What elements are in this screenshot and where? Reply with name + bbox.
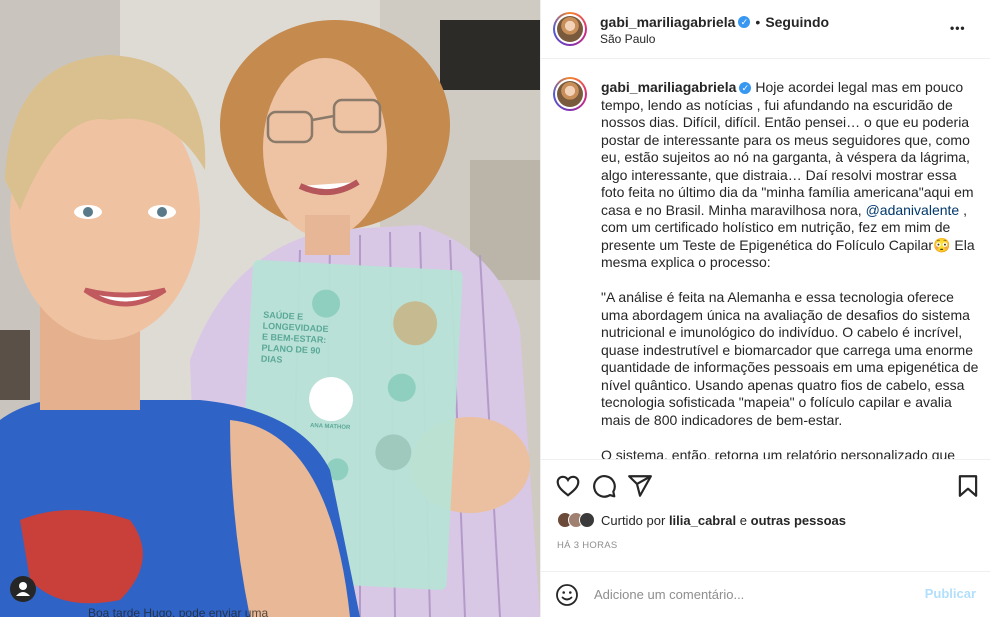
like-button[interactable] [555, 473, 581, 499]
more-options-button[interactable]: ••• [950, 16, 978, 40]
liked-by-prefix: Curtido por [601, 512, 666, 528]
verified-badge-icon: ✓ [739, 82, 752, 95]
comment-button[interactable] [591, 473, 617, 499]
booklet-title: SAÚDE E LONGEVIDADE E BEM-ESTAR: PLANO D… [261, 310, 354, 370]
liked-by-user-link[interactable]: lilia_cabral [669, 513, 736, 528]
separator-dot: • [755, 14, 761, 30]
heart-icon [556, 475, 580, 497]
author-username[interactable]: gabi_mariliagabriela [600, 14, 735, 30]
caption-paragraph: gabi_mariliagabriela ✓ Hoje acordei legal … [601, 79, 981, 272]
post-photo[interactable]: SAÚDE E LONGEVIDADE E BEM-ESTAR: PLANO D… [0, 0, 540, 617]
caption-paragraph: O sistema, então, retorna um relatório p… [601, 446, 956, 460]
comment-input[interactable] [592, 586, 916, 603]
mention-link[interactable]: @adanivalente [866, 202, 960, 218]
caption-area: gabi_mariliagabriela ✓ Hoje acordei legal … [541, 59, 990, 459]
save-button[interactable] [955, 473, 981, 499]
publish-button[interactable]: Publicar [925, 586, 976, 601]
user-icon [16, 582, 30, 596]
smiley-icon [556, 584, 578, 606]
following-button[interactable]: Seguindo [765, 14, 829, 30]
post-sidebar: gabi_mariliagabriela ✓ • Seguindo São Pa… [540, 0, 990, 617]
caption-text: gabi_mariliagabriela ✓ Hoje acordei legal … [601, 79, 981, 459]
photo-overlay-text: Boa tarde Hugo, pode enviar uma [88, 606, 269, 617]
post-image [0, 0, 540, 617]
tagged-user-button[interactable] [10, 576, 36, 602]
liked-by-others-link[interactable]: outras pessoas [751, 513, 846, 528]
likes-summary: Curtido por lilia_cabral e outras pessoa… [557, 512, 846, 528]
more-icon: ••• [950, 21, 966, 35]
caption-author-avatar[interactable] [553, 77, 587, 111]
comment-icon [593, 475, 616, 498]
caption-username[interactable]: gabi_mariliagabriela [601, 79, 736, 95]
liker-avatar[interactable] [579, 512, 595, 528]
verified-badge-icon: ✓ [738, 16, 751, 28]
liked-by-connector: e [739, 512, 748, 528]
liker-avatars [557, 512, 595, 528]
bookmark-icon [958, 475, 978, 497]
post-location[interactable]: São Paulo [600, 32, 655, 46]
share-button[interactable] [627, 473, 653, 499]
send-icon [628, 475, 652, 497]
emoji-button[interactable] [555, 583, 581, 609]
action-bar: Curtido por lilia_cabral e outras pessoa… [541, 459, 990, 618]
post-timestamp[interactable]: HÁ 3 HORAS [557, 540, 618, 551]
post-header: gabi_mariliagabriela ✓ • Seguindo São Pa… [541, 0, 990, 59]
caption-paragraph: "A análise é feita na Alemanha e essa te… [601, 289, 983, 428]
comment-bar: Publicar [541, 571, 990, 619]
author-avatar[interactable] [553, 12, 587, 46]
caption-text-start: Hoje acordei legal mas em pouco tempo, l… [601, 79, 978, 218]
